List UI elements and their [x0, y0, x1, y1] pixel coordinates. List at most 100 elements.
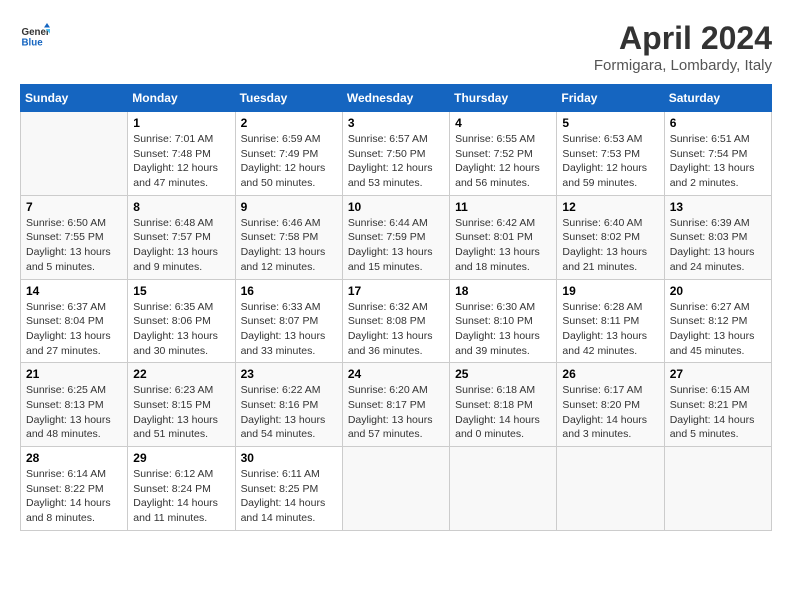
day-number: 28: [26, 451, 122, 465]
calendar-cell: 12 Sunrise: 6:40 AM Sunset: 8:02 PM Dayli…: [557, 195, 664, 279]
calendar-week-row: 14 Sunrise: 6:37 AM Sunset: 8:04 PM Dayli…: [21, 279, 772, 363]
day-info: Sunrise: 6:30 AM Sunset: 8:10 PM Dayligh…: [455, 300, 551, 359]
page-header: General Blue April 2024 Formigara, Lomba…: [20, 20, 772, 74]
weekday-row: SundayMondayTuesdayWednesdayThursdayFrid…: [21, 85, 772, 112]
day-info: Sunrise: 6:53 AM Sunset: 7:53 PM Dayligh…: [562, 132, 658, 191]
day-number: 26: [562, 367, 658, 381]
day-number: 5: [562, 116, 658, 130]
calendar-cell: 22 Sunrise: 6:23 AM Sunset: 8:15 PM Dayli…: [128, 363, 235, 447]
calendar-table: SundayMondayTuesdayWednesdayThursdayFrid…: [20, 84, 772, 531]
calendar-cell: 18 Sunrise: 6:30 AM Sunset: 8:10 PM Dayli…: [450, 279, 557, 363]
weekday-header: Friday: [557, 85, 664, 112]
svg-text:Blue: Blue: [22, 38, 44, 49]
calendar-cell: [450, 447, 557, 531]
calendar-cell: 11Sunrise: 6:42 AM Sunset: 8:01 PM Dayli…: [450, 195, 557, 279]
calendar-cell: 17 Sunrise: 6:32 AM Sunset: 8:08 PM Dayli…: [342, 279, 449, 363]
day-number: 25: [455, 367, 551, 381]
day-info: Sunrise: 6:23 AM Sunset: 8:15 PM Dayligh…: [133, 383, 229, 442]
day-number: 21: [26, 367, 122, 381]
day-number: 17: [348, 284, 444, 298]
calendar-cell: 28Sunrise: 6:14 AM Sunset: 8:22 PM Dayli…: [21, 447, 128, 531]
day-info: Sunrise: 6:15 AM Sunset: 8:21 PM Dayligh…: [670, 383, 766, 442]
month-title: April 2024: [594, 20, 772, 57]
calendar-cell: 15 Sunrise: 6:35 AM Sunset: 8:06 PM Dayli…: [128, 279, 235, 363]
calendar-cell: 23Sunrise: 6:22 AM Sunset: 8:16 PM Dayli…: [235, 363, 342, 447]
calendar-cell: [664, 447, 771, 531]
calendar-cell: [342, 447, 449, 531]
calendar-cell: 8 Sunrise: 6:48 AM Sunset: 7:57 PM Daylig…: [128, 195, 235, 279]
day-info: Sunrise: 6:59 AM Sunset: 7:49 PM Dayligh…: [241, 132, 337, 191]
day-number: 30: [241, 451, 337, 465]
day-number: 4: [455, 116, 551, 130]
day-info: Sunrise: 6:32 AM Sunset: 8:08 PM Dayligh…: [348, 300, 444, 359]
weekday-header: Saturday: [664, 85, 771, 112]
calendar-cell: 29 Sunrise: 6:12 AM Sunset: 8:24 PM Dayli…: [128, 447, 235, 531]
day-number: 11: [455, 200, 551, 214]
day-number: 22: [133, 367, 229, 381]
day-info: Sunrise: 6:22 AM Sunset: 8:16 PM Dayligh…: [241, 383, 337, 442]
calendar-cell: 9 Sunrise: 6:46 AM Sunset: 7:58 PM Daylig…: [235, 195, 342, 279]
day-number: 9: [241, 200, 337, 214]
day-info: Sunrise: 6:48 AM Sunset: 7:57 PM Dayligh…: [133, 216, 229, 275]
day-info: Sunrise: 6:40 AM Sunset: 8:02 PM Dayligh…: [562, 216, 658, 275]
day-info: Sunrise: 6:17 AM Sunset: 8:20 PM Dayligh…: [562, 383, 658, 442]
day-info: Sunrise: 6:39 AM Sunset: 8:03 PM Dayligh…: [670, 216, 766, 275]
calendar-cell: 27 Sunrise: 6:15 AM Sunset: 8:21 PM Dayli…: [664, 363, 771, 447]
calendar-cell: 20Sunrise: 6:27 AM Sunset: 8:12 PM Dayli…: [664, 279, 771, 363]
day-number: 24: [348, 367, 444, 381]
day-info: Sunrise: 6:44 AM Sunset: 7:59 PM Dayligh…: [348, 216, 444, 275]
calendar-cell: 3 Sunrise: 6:57 AM Sunset: 7:50 PM Daylig…: [342, 112, 449, 196]
day-info: Sunrise: 7:01 AM Sunset: 7:48 PM Dayligh…: [133, 132, 229, 191]
day-number: 19: [562, 284, 658, 298]
day-number: 2: [241, 116, 337, 130]
calendar-cell: 7 Sunrise: 6:50 AM Sunset: 7:55 PM Daylig…: [21, 195, 128, 279]
day-number: 12: [562, 200, 658, 214]
day-info: Sunrise: 6:50 AM Sunset: 7:55 PM Dayligh…: [26, 216, 122, 275]
day-number: 16: [241, 284, 337, 298]
weekday-header: Wednesday: [342, 85, 449, 112]
day-info: Sunrise: 6:18 AM Sunset: 8:18 PM Dayligh…: [455, 383, 551, 442]
calendar-cell: 2 Sunrise: 6:59 AM Sunset: 7:49 PM Daylig…: [235, 112, 342, 196]
calendar-body: 1 Sunrise: 7:01 AM Sunset: 7:48 PM Daylig…: [21, 112, 772, 531]
day-info: Sunrise: 6:37 AM Sunset: 8:04 PM Dayligh…: [26, 300, 122, 359]
day-info: Sunrise: 6:51 AM Sunset: 7:54 PM Dayligh…: [670, 132, 766, 191]
calendar-header: SundayMondayTuesdayWednesdayThursdayFrid…: [21, 85, 772, 112]
calendar-cell: [21, 112, 128, 196]
day-info: Sunrise: 6:25 AM Sunset: 8:13 PM Dayligh…: [26, 383, 122, 442]
day-number: 6: [670, 116, 766, 130]
calendar-cell: 10 Sunrise: 6:44 AM Sunset: 7:59 PM Dayli…: [342, 195, 449, 279]
calendar-cell: 16 Sunrise: 6:33 AM Sunset: 8:07 PM Dayli…: [235, 279, 342, 363]
day-info: Sunrise: 6:20 AM Sunset: 8:17 PM Dayligh…: [348, 383, 444, 442]
calendar-cell: 5 Sunrise: 6:53 AM Sunset: 7:53 PM Daylig…: [557, 112, 664, 196]
day-info: Sunrise: 6:35 AM Sunset: 8:06 PM Dayligh…: [133, 300, 229, 359]
day-number: 29: [133, 451, 229, 465]
calendar-cell: 1 Sunrise: 7:01 AM Sunset: 7:48 PM Daylig…: [128, 112, 235, 196]
logo-icon: General Blue: [20, 20, 50, 50]
calendar-cell: 21 Sunrise: 6:25 AM Sunset: 8:13 PM Dayli…: [21, 363, 128, 447]
day-number: 13: [670, 200, 766, 214]
day-number: 8: [133, 200, 229, 214]
calendar-cell: 25 Sunrise: 6:18 AM Sunset: 8:18 PM Dayli…: [450, 363, 557, 447]
calendar-cell: 26 Sunrise: 6:17 AM Sunset: 8:20 PM Dayli…: [557, 363, 664, 447]
logo: General Blue: [20, 20, 50, 50]
day-number: 14: [26, 284, 122, 298]
calendar-week-row: 28Sunrise: 6:14 AM Sunset: 8:22 PM Dayli…: [21, 447, 772, 531]
day-number: 15: [133, 284, 229, 298]
day-info: Sunrise: 6:46 AM Sunset: 7:58 PM Dayligh…: [241, 216, 337, 275]
day-number: 7: [26, 200, 122, 214]
weekday-header: Monday: [128, 85, 235, 112]
day-info: Sunrise: 6:55 AM Sunset: 7:52 PM Dayligh…: [455, 132, 551, 191]
day-info: Sunrise: 6:12 AM Sunset: 8:24 PM Dayligh…: [133, 467, 229, 526]
calendar-cell: 14 Sunrise: 6:37 AM Sunset: 8:04 PM Dayli…: [21, 279, 128, 363]
day-info: Sunrise: 6:11 AM Sunset: 8:25 PM Dayligh…: [241, 467, 337, 526]
calendar-cell: 13 Sunrise: 6:39 AM Sunset: 8:03 PM Dayli…: [664, 195, 771, 279]
calendar-week-row: 21 Sunrise: 6:25 AM Sunset: 8:13 PM Dayli…: [21, 363, 772, 447]
day-info: Sunrise: 6:33 AM Sunset: 8:07 PM Dayligh…: [241, 300, 337, 359]
day-info: Sunrise: 6:27 AM Sunset: 8:12 PM Dayligh…: [670, 300, 766, 359]
day-number: 18: [455, 284, 551, 298]
day-info: Sunrise: 6:57 AM Sunset: 7:50 PM Dayligh…: [348, 132, 444, 191]
day-number: 3: [348, 116, 444, 130]
day-number: 27: [670, 367, 766, 381]
day-number: 1: [133, 116, 229, 130]
day-number: 10: [348, 200, 444, 214]
